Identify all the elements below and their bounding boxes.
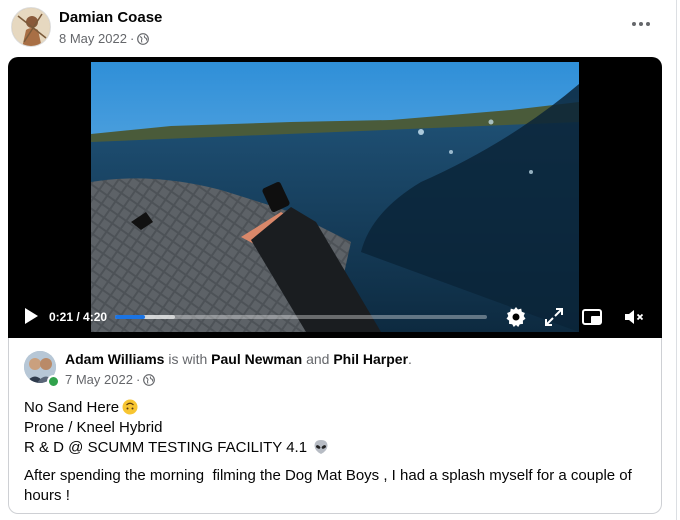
video-time: 0:21 / 4:20 (49, 310, 107, 324)
fullscreen-icon[interactable] (542, 305, 566, 329)
shared-author-name[interactable]: Adam Williams (65, 351, 164, 367)
end-text: . (408, 351, 412, 367)
author-avatar[interactable] (11, 7, 51, 47)
progress-bar[interactable] (115, 315, 487, 319)
dot (639, 22, 643, 26)
settings-icon[interactable] (504, 305, 528, 329)
tagged-person-1[interactable]: Paul Newman (211, 351, 302, 367)
feed-post: Damian Coase 8 May 2022 · 0:21 / 4:20 Ad… (0, 0, 677, 520)
alien-emoji (314, 440, 328, 454)
body-line: No Sand Here (24, 398, 654, 418)
picture-in-picture-icon[interactable] (580, 305, 604, 329)
post-date[interactable]: 8 May 2022 (59, 31, 127, 46)
tagged-person-2[interactable]: Phil Harper (333, 351, 408, 367)
globe-icon[interactable] (137, 32, 150, 45)
dot (646, 22, 650, 26)
video-controls: 0:21 / 4:20 (8, 300, 662, 336)
post-meta: 8 May 2022 · (59, 31, 150, 46)
current-time: 0:21 (49, 310, 74, 324)
dot (632, 22, 636, 26)
play-icon[interactable] (23, 307, 39, 325)
mute-icon[interactable] (622, 305, 646, 329)
upside-down-face-emoji (122, 399, 138, 415)
shared-post-meta: 7 May 2022 · (65, 372, 156, 387)
more-options-icon[interactable] (628, 14, 654, 34)
globe-icon[interactable] (143, 373, 156, 386)
body-line: R & D @ SCUMM TESTING FACILITY 4.1 (24, 438, 654, 458)
and-text: and (302, 351, 334, 367)
played-bar (115, 315, 146, 319)
post-body: No Sand Here Prone / Kneel Hybrid R & D … (24, 398, 654, 506)
meta-separator: · (135, 372, 141, 387)
avatar-image (12, 8, 50, 46)
author-name[interactable]: Damian Coase (59, 9, 162, 26)
shared-author-line: Adam Williams is with Paul Newman and Ph… (65, 351, 412, 367)
online-status-dot (47, 375, 60, 388)
body-line-text: R & D @ SCUMM TESTING FACILITY 4.1 (24, 439, 308, 456)
body-paragraph: After spending the morning filming the D… (24, 467, 636, 504)
video-player[interactable]: 0:21 / 4:20 (8, 57, 662, 338)
duration: 4:20 (83, 310, 108, 324)
with-text: is with (164, 351, 212, 367)
video-frame[interactable] (91, 62, 579, 332)
body-line: Prone / Kneel Hybrid (24, 419, 163, 436)
shared-post: Adam Williams is with Paul Newman and Ph… (8, 338, 662, 514)
shared-post-date[interactable]: 7 May 2022 (65, 372, 133, 387)
meta-separator: · (129, 31, 135, 46)
time-separator: / (73, 310, 84, 324)
body-line-text: No Sand Here (24, 399, 120, 416)
